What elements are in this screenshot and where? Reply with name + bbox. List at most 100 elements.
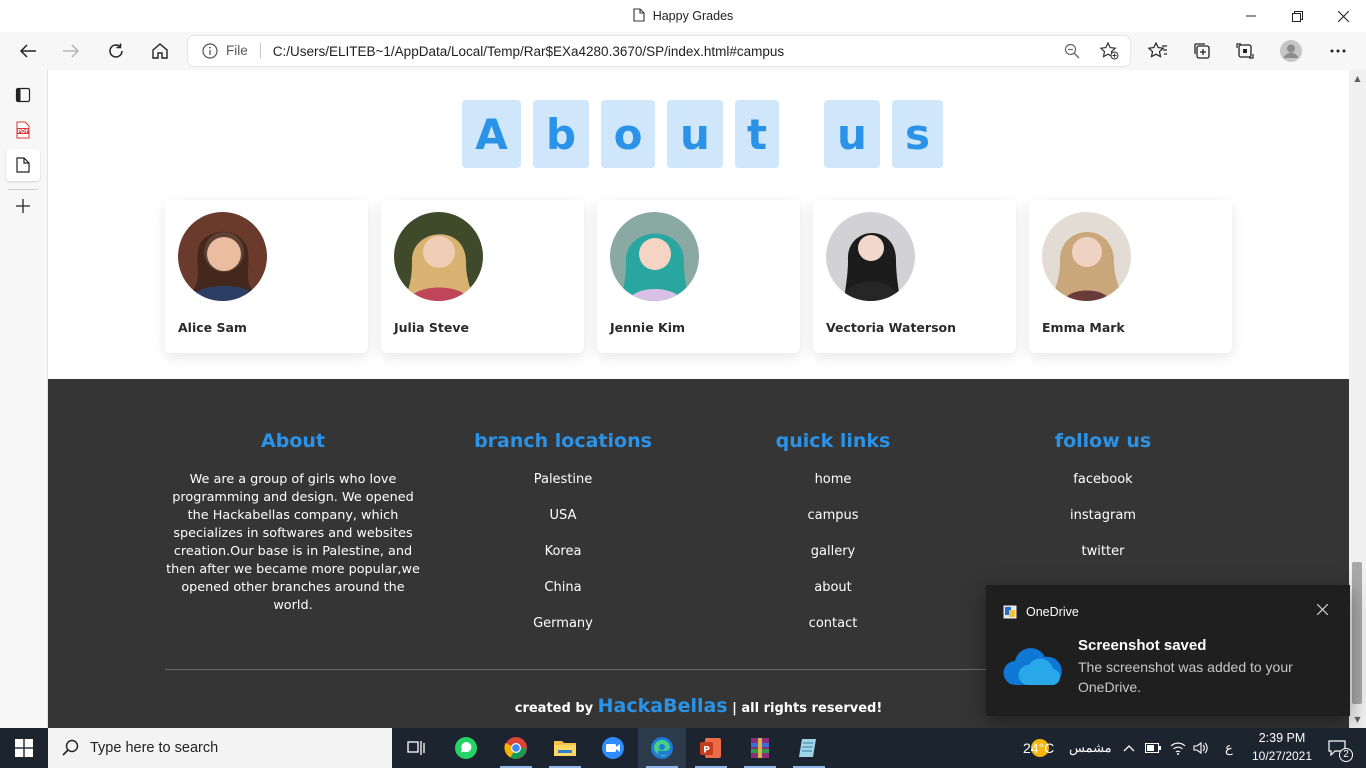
brand-name: HackaBellas: [597, 695, 728, 717]
window-title: Happy Grades: [652, 9, 734, 23]
chrome-icon: [504, 737, 527, 759]
quick-link[interactable]: home: [733, 471, 933, 507]
tab-actions-icon: [15, 87, 31, 103]
footer-branches: branch locations Palestine USA Korea Chi…: [463, 429, 663, 651]
avatar: [610, 212, 699, 301]
taskbar-edge[interactable]: [638, 728, 686, 768]
taskbar-file-explorer[interactable]: [541, 728, 589, 768]
taskbar-zoom[interactable]: [589, 728, 637, 768]
home-button[interactable]: [144, 35, 176, 67]
team-card[interactable]: Julia Steve: [381, 200, 584, 353]
collections-button[interactable]: [1186, 35, 1218, 67]
start-button[interactable]: [0, 728, 48, 768]
powerpoint-icon: P: [700, 738, 721, 758]
title-letter: o: [601, 100, 655, 168]
team-member-name: Julia Steve: [394, 320, 469, 335]
scroll-up-icon[interactable]: ▲: [1353, 74, 1362, 83]
team-member-name: Jennie Kim: [610, 320, 686, 335]
taskbar-winrar[interactable]: [736, 728, 784, 768]
forward-button[interactable]: [55, 35, 87, 67]
team-card[interactable]: Alice Sam: [165, 200, 368, 353]
volume-icon[interactable]: [1190, 728, 1212, 768]
zoom-out-icon[interactable]: [1064, 43, 1080, 59]
branch-link[interactable]: China: [463, 579, 663, 615]
back-button[interactable]: [12, 35, 44, 67]
winrar-icon: [751, 738, 769, 758]
social-link[interactable]: twitter: [1003, 543, 1203, 579]
page-icon: [16, 157, 30, 173]
capture-button[interactable]: [1229, 35, 1261, 67]
refresh-button[interactable]: [100, 35, 132, 67]
taskbar-chrome[interactable]: [492, 728, 540, 768]
show-hidden-icons[interactable]: [1118, 728, 1140, 768]
url-text[interactable]: C:/Users/ELITEB~1/AppData/Local/Temp/Rar…: [273, 44, 784, 59]
footer-follow: follow us facebook instagram twitter: [1003, 429, 1203, 579]
task-view-button[interactable]: [392, 728, 440, 768]
taskbar-search[interactable]: Type here to search: [48, 728, 392, 768]
quick-link[interactable]: gallery: [733, 543, 933, 579]
input-language[interactable]: ع: [1218, 728, 1242, 768]
clock[interactable]: 2:39 PM 10/27/2021: [1244, 728, 1320, 768]
weather-widget[interactable]: 24°C مشمس: [980, 728, 1112, 768]
profile-button[interactable]: [1275, 35, 1307, 67]
tab-actions-button[interactable]: [6, 79, 40, 111]
taskbar-powerpoint[interactable]: P: [687, 728, 735, 768]
address-bar[interactable]: File C:/Users/ELITEB~1/AppData/Local/Tem…: [188, 36, 1130, 66]
title-letter: s: [892, 100, 943, 168]
team-member-name: Alice Sam: [178, 320, 247, 335]
toast-headline: Screenshot saved: [1078, 637, 1207, 654]
more-icon: [1330, 49, 1346, 53]
branch-link[interactable]: USA: [463, 507, 663, 543]
add-favorite-icon[interactable]: [1100, 42, 1119, 60]
file-label: File: [226, 43, 261, 59]
vertical-tabs-sidebar: PDF: [0, 70, 48, 728]
onedrive-notification[interactable]: OneDrive Screenshot saved The screenshot…: [986, 585, 1350, 716]
taskbar-whatsapp[interactable]: [442, 728, 490, 768]
restore-button[interactable]: [1274, 0, 1320, 32]
minimize-button[interactable]: [1228, 0, 1274, 32]
scrollbar-thumb[interactable]: [1352, 562, 1362, 704]
quick-link[interactable]: contact: [733, 615, 933, 651]
wifi-icon[interactable]: [1167, 728, 1189, 768]
credit-suffix: | all rights reserved!: [732, 701, 883, 716]
svg-text:P: P: [703, 746, 710, 756]
title-letter: A: [462, 100, 521, 168]
branch-link[interactable]: Korea: [463, 543, 663, 579]
tab-pdf[interactable]: PDF: [6, 114, 40, 146]
browser-toolbar: File C:/Users/ELITEB~1/AppData/Local/Tem…: [0, 32, 1366, 70]
svg-text:PDF: PDF: [17, 129, 28, 135]
footer-about: About We are a group of girls who love p…: [164, 429, 422, 615]
footer-heading: About: [261, 430, 325, 452]
title-letter: u: [824, 100, 880, 168]
battery-icon[interactable]: [1142, 728, 1164, 768]
window-title-area: Happy Grades: [0, 0, 1366, 32]
social-link[interactable]: facebook: [1003, 471, 1203, 507]
weather-temp: 24°C: [1023, 740, 1055, 756]
team-card[interactable]: Jennie Kim: [597, 200, 800, 353]
notification-center-button[interactable]: 2: [1320, 728, 1354, 768]
toast-close-button[interactable]: [1314, 601, 1330, 617]
new-tab-button[interactable]: [6, 190, 40, 222]
about-us-title: A b o u t u s: [48, 100, 1349, 168]
avatar: [826, 212, 915, 301]
plus-icon: [16, 199, 30, 213]
settings-menu-button[interactable]: [1322, 35, 1354, 67]
branch-link[interactable]: Palestine: [463, 471, 663, 507]
social-link[interactable]: instagram: [1003, 507, 1203, 543]
branch-link[interactable]: Germany: [463, 615, 663, 651]
favorites-button[interactable]: [1142, 35, 1174, 67]
scroll-down-icon[interactable]: ▼: [1353, 715, 1362, 724]
taskbar-notepad[interactable]: [785, 728, 833, 768]
team-card[interactable]: Emma Mark: [1029, 200, 1232, 353]
close-window-button[interactable]: [1320, 0, 1366, 32]
team-card[interactable]: Vectoria Waterson: [813, 200, 1016, 353]
team-member-name: Vectoria Waterson: [826, 320, 956, 335]
info-icon[interactable]: [202, 43, 218, 59]
toast-body: The screenshot was added to your OneDriv…: [1078, 659, 1293, 695]
tab-happy-grades[interactable]: [6, 149, 40, 181]
page-scrollbar[interactable]: ▲ ▼: [1349, 70, 1366, 728]
title-bar: Happy Grades: [0, 0, 1366, 32]
quick-link[interactable]: about: [733, 579, 933, 615]
quick-link[interactable]: campus: [733, 507, 933, 543]
onedrive-app-icon: [1003, 604, 1017, 619]
